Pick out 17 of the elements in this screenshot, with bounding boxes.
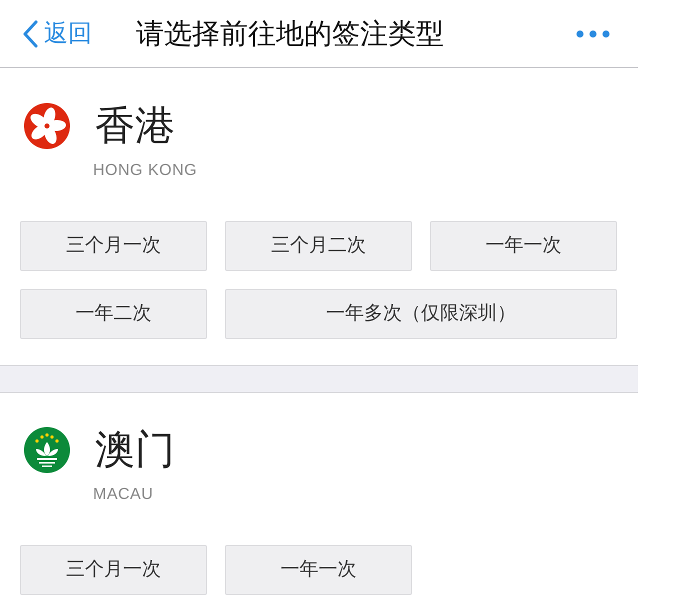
visa-type-button[interactable]: 三个月一次 bbox=[20, 221, 207, 271]
region-name: 香港 bbox=[95, 103, 175, 149]
region-english-name: HONG KONG bbox=[93, 161, 198, 181]
page-title: 请选择前往地的签注类型 bbox=[136, 16, 444, 50]
visa-type-button[interactable]: 一年多次（仅限深圳） bbox=[225, 289, 617, 339]
region-english-name: MACAU bbox=[93, 485, 154, 505]
visa-type-button[interactable]: 一年二次 bbox=[20, 289, 207, 339]
back-chevron-icon bbox=[22, 20, 38, 48]
visa-type-button[interactable]: 三个月一次 bbox=[20, 545, 207, 595]
flower-flag-icon bbox=[24, 103, 70, 149]
visa-type-button[interactable]: 三个月二次 bbox=[225, 221, 412, 271]
region-name: 澳门 bbox=[95, 427, 175, 473]
visa-type-button[interactable]: 一年一次 bbox=[225, 545, 412, 595]
visa-type-button[interactable]: 一年一次 bbox=[430, 221, 617, 271]
more-icon bbox=[576, 30, 610, 38]
lotus-flag-icon bbox=[24, 427, 70, 473]
back-button[interactable]: 返回 bbox=[22, 16, 92, 52]
